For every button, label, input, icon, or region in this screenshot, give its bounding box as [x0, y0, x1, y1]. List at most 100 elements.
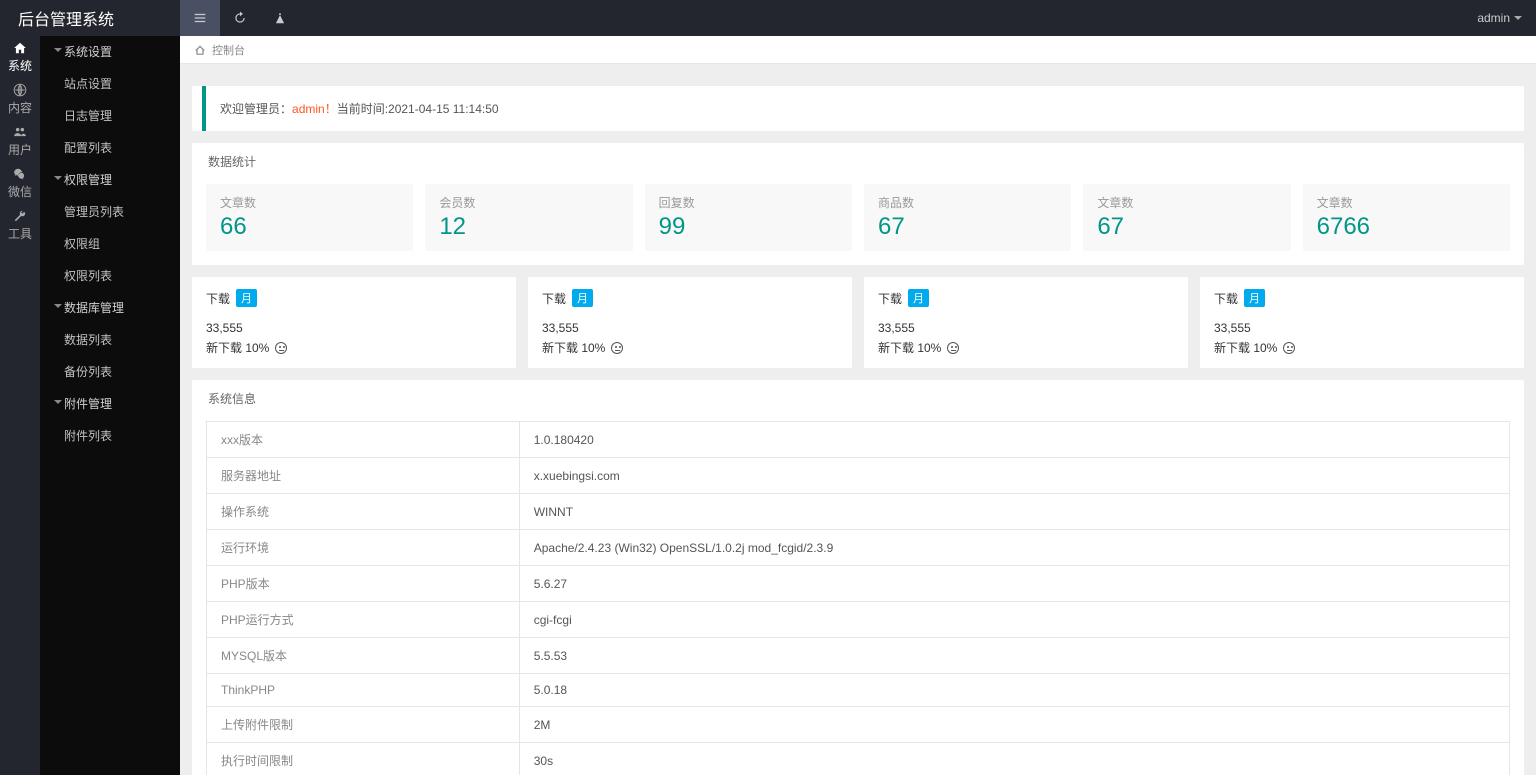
smile-icon: [947, 342, 959, 354]
table-row: 上传附件限制2M: [207, 707, 1510, 743]
download-number: 33,555: [206, 321, 502, 335]
refresh-button[interactable]: [220, 0, 260, 36]
nav-subitem[interactable]: 数据列表: [40, 324, 180, 356]
info-value: Apache/2.4.23 (Win32) OpenSSL/1.0.2j mod…: [519, 530, 1509, 566]
info-key: 服务器地址: [207, 458, 520, 494]
stat-label: 回复数: [659, 194, 838, 211]
home-icon: [194, 44, 206, 56]
info-key: xxx版本: [207, 422, 520, 458]
table-row: 操作系统WINNT: [207, 494, 1510, 530]
download-card: 下载月 33,555 新下载 10%: [864, 277, 1188, 368]
logo: 后台管理系统: [0, 6, 180, 30]
nav-group-title[interactable]: 系统设置: [40, 36, 180, 68]
info-value: 2M: [519, 707, 1509, 743]
nav-subitem[interactable]: 站点设置: [40, 68, 180, 100]
table-row: PHP运行方式cgi-fcgi: [207, 602, 1510, 638]
nav1-item-system[interactable]: 系统: [0, 36, 40, 78]
info-key: MYSQL版本: [207, 638, 520, 674]
stat-label: 商品数: [878, 194, 1057, 211]
info-key: PHP运行方式: [207, 602, 520, 638]
info-key: 上传附件限制: [207, 707, 520, 743]
info-key: ThinkPHP: [207, 674, 520, 707]
stat-card: 文章数66: [206, 184, 413, 251]
nav1-item-user[interactable]: 用户: [0, 120, 40, 162]
stat-value: 6766: [1317, 213, 1496, 241]
stat-label: 文章数: [220, 194, 399, 211]
month-badge: 月: [236, 289, 257, 307]
download-row: 下载月33,555新下载 10% 下载月33,555新下载 10% 下载月33,…: [192, 277, 1524, 368]
download-number: 33,555: [542, 321, 838, 335]
smile-icon: [275, 342, 287, 354]
nav-subitem[interactable]: 权限组: [40, 228, 180, 260]
clear-button[interactable]: [260, 0, 300, 36]
smile-icon: [1283, 342, 1295, 354]
menu-toggle-button[interactable]: [180, 0, 220, 36]
sysinfo-table: xxx版本1.0.180420服务器地址x.xuebingsi.com操作系统W…: [206, 421, 1510, 775]
nav-subitem[interactable]: 备份列表: [40, 356, 180, 388]
sysinfo-panel: 系统信息 xxx版本1.0.180420服务器地址x.xuebingsi.com…: [192, 380, 1524, 775]
download-label: 下载: [878, 290, 902, 307]
nav1-item-wechat[interactable]: 微信: [0, 162, 40, 204]
table-row: ThinkPHP5.0.18: [207, 674, 1510, 707]
nav1-item-tool[interactable]: 工具: [0, 204, 40, 246]
nav-group-title[interactable]: 附件管理: [40, 388, 180, 420]
stat-value: 67: [878, 213, 1057, 241]
nav-group-title[interactable]: 权限管理: [40, 164, 180, 196]
table-row: 执行时间限制30s: [207, 743, 1510, 775]
stat-label: 文章数: [1317, 194, 1496, 211]
info-key: 运行环境: [207, 530, 520, 566]
nav-subitem[interactable]: 日志管理: [40, 100, 180, 132]
chevron-down-icon: [54, 400, 62, 408]
welcome-user: admin！: [292, 102, 337, 116]
info-value: 30s: [519, 743, 1509, 775]
nav-subitem[interactable]: 管理员列表: [40, 196, 180, 228]
sysinfo-title: 系统信息: [192, 380, 1524, 407]
stat-value: 99: [659, 213, 838, 241]
download-number: 33,555: [1214, 321, 1510, 335]
nav-subitem[interactable]: 附件列表: [40, 420, 180, 452]
nav1-item-content[interactable]: 内容: [0, 78, 40, 120]
content-icon: [13, 83, 27, 97]
welcome-panel: 欢迎管理员：admin！当前时间:2021-04-15 11:14:50: [192, 86, 1524, 131]
tab-bar: 控制台: [180, 36, 1536, 64]
download-card: 下载月33,555新下载 10%: [192, 277, 516, 368]
nav-subitem[interactable]: 配置列表: [40, 132, 180, 164]
stats-panel: 数据统计 文章数66会员数12回复数99商品数67文章数67文章数6766: [192, 143, 1524, 265]
month-badge: 月: [908, 289, 929, 307]
system-icon: [13, 41, 27, 55]
welcome-prefix: 欢迎管理员：: [220, 102, 292, 116]
chevron-down-icon: [54, 176, 62, 184]
stat-value: 12: [439, 213, 618, 241]
nav-subitem[interactable]: 权限列表: [40, 260, 180, 292]
tab-console[interactable]: 控制台: [212, 42, 245, 58]
stat-card: 会员数 12: [425, 184, 632, 251]
info-value: 5.0.18: [519, 674, 1509, 707]
welcome-time: 当前时间:2021-04-15 11:14:50: [337, 102, 499, 116]
smile-icon: [611, 342, 623, 354]
download-foot: 新下载 10%: [878, 339, 1174, 356]
stat-label: 文章数: [1097, 194, 1276, 211]
stats-title: 数据统计: [192, 143, 1524, 170]
download-foot: 新下载 10%: [1214, 339, 1510, 356]
secondary-nav: 系统设置站点设置日志管理配置列表权限管理管理员列表权限组权限列表数据库管理数据列…: [40, 36, 180, 775]
info-value: 1.0.180420: [519, 422, 1509, 458]
nav-group-title[interactable]: 数据库管理: [40, 292, 180, 324]
month-badge: 月: [572, 289, 593, 307]
tool-icon: [13, 209, 27, 223]
month-badge: 月: [1244, 289, 1265, 307]
info-key: PHP版本: [207, 566, 520, 602]
download-card: 下载月33,555新下载 10%: [1200, 277, 1524, 368]
stat-card: 文章数 6766: [1303, 184, 1510, 251]
table-row: xxx版本1.0.180420: [207, 422, 1510, 458]
table-row: 服务器地址x.xuebingsi.com: [207, 458, 1510, 494]
table-row: PHP版本5.6.27: [207, 566, 1510, 602]
user-icon: [13, 125, 27, 139]
download-number: 33,555: [878, 321, 1174, 335]
user-menu[interactable]: admin: [1463, 11, 1536, 25]
chevron-down-icon: [1514, 16, 1522, 24]
stat-label: 会员数: [439, 194, 618, 211]
primary-nav: 系统内容用户微信工具: [0, 36, 40, 775]
table-row: MYSQL版本5.5.53: [207, 638, 1510, 674]
top-header: 后台管理系统 admin: [0, 0, 1536, 36]
stat-card: 回复数 99: [645, 184, 852, 251]
